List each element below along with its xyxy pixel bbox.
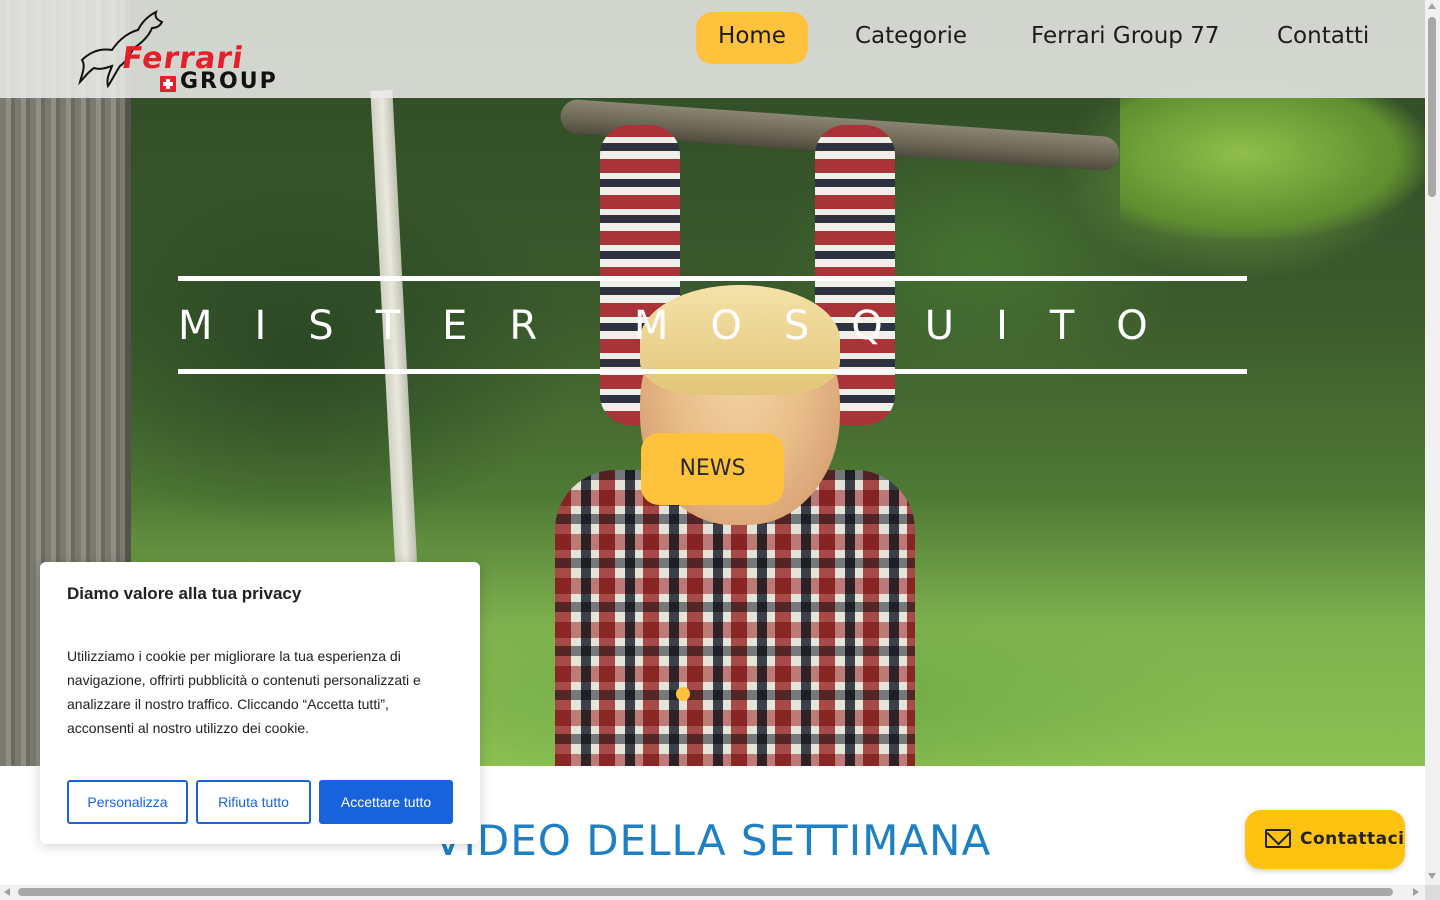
scroll-down-arrow-icon[interactable] <box>1428 873 1436 879</box>
contact-float-button[interactable]: Contattaci <box>1245 810 1405 869</box>
horizontal-scroll-thumb[interactable] <box>18 888 1393 896</box>
vertical-scrollbar[interactable] <box>1425 0 1440 885</box>
hero-image-leaves <box>1120 98 1425 238</box>
reject-all-button[interactable]: Rifiuta tutto <box>196 780 311 824</box>
main-nav: Home Categorie Ferrari Group 77 Contatti <box>0 12 1425 64</box>
site-header: Ferrari GROUP Home Categorie Ferrari Gro… <box>0 0 1425 98</box>
contact-float-label: Contattaci <box>1300 829 1405 849</box>
scroll-left-arrow-icon[interactable] <box>4 888 10 896</box>
nav-item-home[interactable]: Home <box>696 12 808 64</box>
hero-title-rule-bottom <box>178 369 1247 374</box>
mail-icon <box>1265 829 1291 848</box>
cookie-title: Diamo valore alla tua privacy <box>67 584 302 603</box>
hero-title: MISTER MOSQUITO <box>178 303 1190 349</box>
scrollbar-corner <box>1425 885 1440 900</box>
nav-item-categorie[interactable]: Categorie <box>855 12 967 64</box>
news-button[interactable]: NEWS <box>641 433 784 505</box>
slider-dot-active[interactable] <box>676 687 690 701</box>
accept-all-button[interactable]: Accettare tutto <box>319 780 453 824</box>
hero-title-rule-top <box>178 276 1247 281</box>
nav-item-contatti[interactable]: Contatti <box>1277 12 1369 64</box>
scroll-right-arrow-icon[interactable] <box>1413 888 1419 896</box>
scroll-up-arrow-icon[interactable] <box>1428 3 1436 9</box>
cookie-description: Utilizziamo i cookie per migliorare la t… <box>67 648 421 736</box>
horizontal-scrollbar[interactable] <box>0 885 1425 900</box>
swiss-cross-icon <box>160 76 176 92</box>
vertical-scroll-thumb[interactable] <box>1428 17 1436 197</box>
logo-submark: GROUP <box>180 69 278 94</box>
nav-item-ferrari-group-77[interactable]: Ferrari Group 77 <box>1031 12 1219 64</box>
cookie-consent-banner: Diamo valore alla tua privacy Utilizziam… <box>40 562 480 844</box>
customize-button[interactable]: Personalizza <box>67 780 188 824</box>
